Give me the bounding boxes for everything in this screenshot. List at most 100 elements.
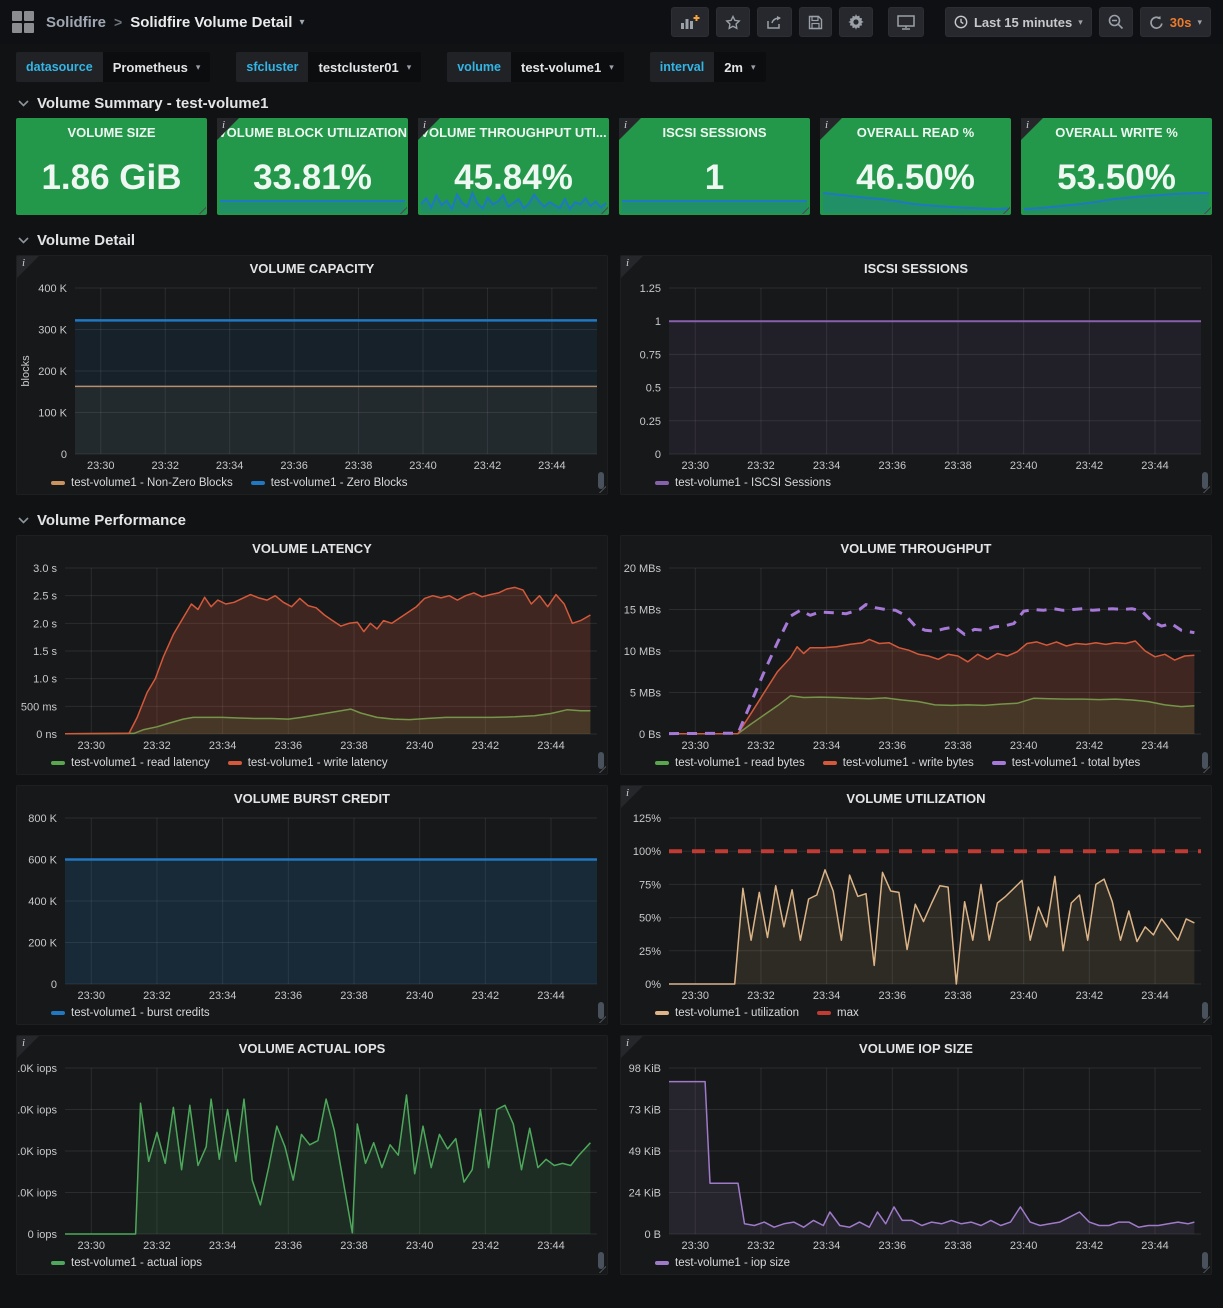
legend-item[interactable]: test-volume1 - read bytes — [655, 757, 805, 769]
info-icon[interactable]: i — [222, 119, 225, 131]
stat-panel-iscsi-sessions: i ISCSI SESSIONS 1 — [619, 118, 810, 215]
resize-handle[interactable] — [1002, 206, 1010, 214]
chart-iscsi-sessions[interactable]: 23:30 23:32 23:34 23:36 23:38 23:40 23:42 23:44… — [621, 280, 1211, 474]
svg-text:100 K: 100 K — [38, 408, 67, 420]
resize-handle[interactable] — [198, 206, 206, 214]
star-button[interactable] — [715, 7, 750, 37]
legend-item[interactable]: test-volume1 - iop size — [655, 1257, 790, 1269]
legend-item[interactable]: test-volume1 - write latency — [227, 757, 388, 769]
bar-chart-plus-icon — [680, 15, 700, 29]
info-icon[interactable]: i — [22, 257, 25, 269]
svg-text:23:34: 23:34 — [813, 1240, 841, 1252]
info-icon[interactable]: i — [624, 119, 627, 131]
legend-item[interactable]: test-volume1 - burst credits — [51, 1007, 210, 1019]
resize-handle[interactable] — [598, 1015, 606, 1023]
chart-volume-actual-iops[interactable]: 23:30 23:32 23:34 23:36 23:38 23:40 23:42 23:44… — [17, 1060, 607, 1254]
legend-item[interactable]: test-volume1 - actual iops — [51, 1257, 202, 1269]
resize-handle[interactable] — [1202, 1015, 1210, 1023]
svg-text:23:40: 23:40 — [406, 740, 434, 752]
resize-handle[interactable] — [598, 1265, 606, 1273]
variable-value-dropdown[interactable]: 2m ▾ — [714, 52, 766, 82]
panel-title[interactable]: VOLUME BURST CREDIT — [17, 786, 607, 810]
time-range-picker[interactable]: Last 15 minutes ▾ — [944, 7, 1092, 37]
resize-handle[interactable] — [598, 765, 606, 773]
svg-text:49 KiB: 49 KiB — [629, 1146, 661, 1158]
variable-value-dropdown[interactable]: Prometheus ▾ — [102, 52, 211, 82]
legend-item[interactable]: max — [817, 1007, 859, 1019]
refresh-button[interactable]: 30s ▾ — [1139, 7, 1211, 37]
row-header-volume-detail[interactable]: Volume Detail — [16, 225, 1212, 255]
svg-text:23:44: 23:44 — [1141, 740, 1169, 752]
panel-title[interactable]: VOLUME LATENCY — [17, 536, 607, 560]
panel-title[interactable]: OVERALL READ % — [857, 125, 975, 140]
info-icon[interactable]: i — [626, 257, 629, 269]
caret-down-icon[interactable]: ▾ — [299, 17, 304, 28]
resize-handle[interactable] — [598, 485, 606, 493]
svg-text:23:40: 23:40 — [1010, 460, 1038, 472]
panel-title[interactable]: ISCSI SESSIONS — [662, 125, 766, 140]
svg-text:0.25: 0.25 — [640, 416, 661, 428]
panel-title[interactable]: VOLUME UTILIZATION — [621, 786, 1211, 810]
resize-handle[interactable] — [1203, 206, 1211, 214]
breadcrumb-dashboard-title[interactable]: Solidfire Volume Detail — [130, 14, 292, 31]
legend-item[interactable]: test-volume1 - write bytes — [822, 757, 974, 769]
resize-handle[interactable] — [1202, 1265, 1210, 1273]
variable-value-dropdown[interactable]: testcluster01 ▾ — [308, 52, 422, 82]
panel-title[interactable]: VOLUME ACTUAL IOPS — [17, 1036, 607, 1060]
panel-title[interactable]: OVERALL WRITE % — [1055, 125, 1178, 140]
legend-item[interactable]: test-volume1 - utilization — [655, 1007, 799, 1019]
svg-text:2.0 s: 2.0 s — [33, 618, 57, 630]
variable-value-dropdown[interactable]: test-volume1 ▾ — [511, 52, 624, 82]
share-button[interactable] — [756, 7, 792, 37]
resize-handle[interactable] — [600, 206, 608, 214]
svg-text:23:44: 23:44 — [537, 740, 565, 752]
panel-title[interactable]: VOLUME IOP SIZE — [621, 1036, 1211, 1060]
svg-text:23:38: 23:38 — [944, 740, 972, 752]
legend-item[interactable]: test-volume1 - read latency — [51, 757, 210, 769]
info-icon[interactable]: i — [22, 1037, 25, 1049]
legend-item[interactable]: test-volume1 - Zero Blocks — [250, 477, 407, 489]
info-icon[interactable]: i — [1026, 119, 1029, 131]
legend-item[interactable]: test-volume1 - Non-Zero Blocks — [51, 477, 233, 489]
legend-item[interactable]: test-volume1 - ISCSI Sessions — [655, 477, 831, 489]
panel-title[interactable]: VOLUME THROUGHPUT UTI... — [420, 125, 606, 140]
info-icon[interactable]: i — [825, 119, 828, 131]
svg-text:1.25: 1.25 — [640, 283, 661, 295]
svg-text:1.0K iops: 1.0K iops — [17, 1188, 57, 1200]
panel-title[interactable]: VOLUME BLOCK UTILIZATION — [218, 125, 407, 140]
panel-title[interactable]: VOLUME THROUGHPUT — [621, 536, 1211, 560]
resize-handle[interactable] — [399, 206, 407, 214]
chart-volume-latency[interactable]: 23:30 23:32 23:34 23:36 23:38 23:40 23:42 23:44… — [17, 560, 607, 754]
grafana-logo[interactable] — [12, 11, 34, 33]
save-button[interactable] — [798, 7, 832, 37]
info-icon[interactable]: i — [423, 119, 426, 131]
info-corner — [619, 118, 641, 140]
legend-label: test-volume1 - burst credits — [71, 1007, 210, 1019]
breadcrumb-folder[interactable]: Solidfire — [46, 14, 106, 31]
chart-volume-utilization[interactable]: 23:30 23:32 23:34 23:36 23:38 23:40 23:42 23:44… — [621, 810, 1211, 1004]
panel-title[interactable]: VOLUME CAPACITY — [17, 256, 607, 280]
row-header-volume-summary[interactable]: Volume Summary - test-volume1 — [16, 88, 1212, 118]
time-range-label: Last 15 minutes — [973, 14, 1073, 30]
add-panel-button[interactable] — [670, 7, 709, 37]
chart-volume-burst-credit[interactable]: 23:30 23:32 23:34 23:36 23:38 23:40 23:42 23:44… — [17, 810, 607, 1004]
legend-item[interactable]: test-volume1 - total bytes — [991, 757, 1140, 769]
row-header-volume-performance[interactable]: Volume Performance — [16, 505, 1212, 535]
panel-title[interactable]: ISCSI SESSIONS — [621, 256, 1211, 280]
performance-charts-row-3: i VOLUME ACTUAL IOPS 23:30 23:32 23:34 23:3… — [16, 1035, 1212, 1275]
info-icon[interactable]: i — [626, 1037, 629, 1049]
svg-text:23:42: 23:42 — [472, 740, 500, 752]
chart-volume-capacity[interactable]: 23:30 23:32 23:34 23:36 23:38 23:40 23:42 23:44… — [17, 280, 607, 474]
resize-handle[interactable] — [1202, 765, 1210, 773]
chart-volume-iop-size[interactable]: 23:30 23:32 23:34 23:36 23:38 23:40 23:42 23:44… — [621, 1060, 1211, 1254]
panel-title[interactable]: VOLUME SIZE — [67, 125, 155, 140]
chart-volume-throughput[interactable]: 23:30 23:32 23:34 23:36 23:38 23:40 23:42 23:44… — [621, 560, 1211, 754]
resize-handle[interactable] — [801, 206, 809, 214]
info-icon[interactable]: i — [626, 787, 629, 799]
resize-handle[interactable] — [1202, 485, 1210, 493]
svg-text:600 K: 600 K — [28, 855, 57, 867]
gear-icon — [848, 14, 864, 30]
tv-mode-button[interactable] — [887, 7, 924, 37]
zoom-out-button[interactable] — [1098, 7, 1133, 37]
settings-button[interactable] — [838, 7, 873, 37]
